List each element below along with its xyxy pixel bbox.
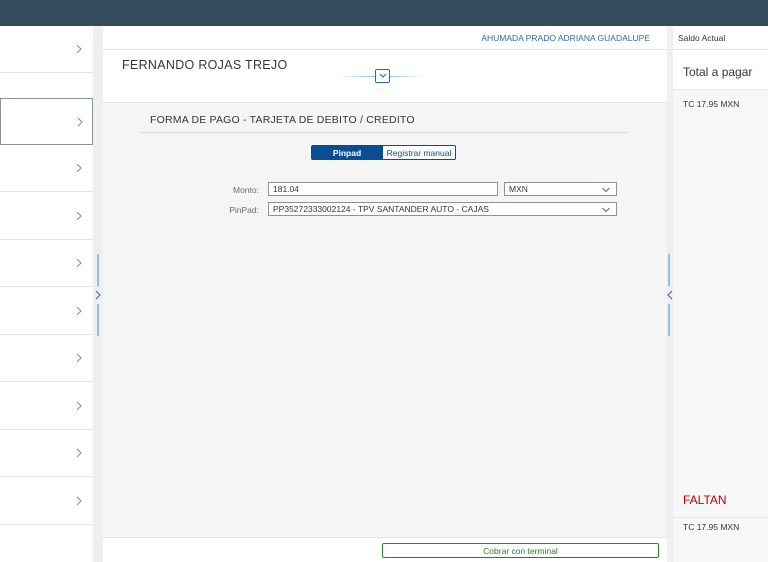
chevron-right-icon: [72, 207, 86, 225]
chevron-right-icon: [72, 444, 86, 462]
header-divider: [339, 76, 375, 77]
faltan-label: FALTAN: [683, 493, 727, 507]
left-splitter[interactable]: [93, 26, 103, 562]
list-item[interactable]: [0, 240, 93, 287]
master-list: [0, 26, 93, 562]
object-header: FERNANDO ROJAS TREJO: [103, 50, 667, 103]
exchange-rate-bottom: TC 17.95 MXN: [683, 522, 740, 532]
charge-terminal-button[interactable]: Cobrar con terminal: [382, 543, 659, 558]
pinpad-label: PinPad:: [229, 205, 259, 215]
detail-pane: AHUMADA PRADO ADRIANA GUADALUPE FERNANDO…: [103, 26, 667, 562]
currency-value: MXN: [509, 184, 528, 194]
list-item[interactable]: [0, 193, 93, 240]
splitter-grip: [668, 254, 670, 286]
list-item[interactable]: [0, 288, 93, 335]
balance-pane: Saldo Actual Total a pagar TC 17.95 MXN …: [673, 26, 768, 562]
section-title: FORMA DE PAGO - TARJETA DE DEBITO / CRED…: [150, 114, 415, 126]
section-divider: [141, 132, 627, 133]
tab-registrar-manual[interactable]: Registrar manual: [383, 145, 456, 160]
chevron-right-icon: [72, 349, 86, 367]
chevron-down-icon: [601, 205, 611, 214]
list-item[interactable]: [0, 335, 93, 382]
currency-select[interactable]: MXN: [504, 182, 617, 196]
chevron-right-icon: [72, 254, 86, 272]
tab-pinpad[interactable]: Pinpad: [311, 145, 383, 160]
chevron-right-icon: [72, 302, 86, 320]
chevron-down-icon: [379, 73, 386, 78]
list-item[interactable]: [0, 26, 93, 73]
list-item[interactable]: [0, 145, 93, 192]
shell-bar: [0, 0, 768, 26]
collapse-header-button[interactable]: [375, 69, 390, 83]
chevron-right-icon: [72, 40, 86, 58]
saldo-label: Saldo Actual: [678, 33, 726, 43]
payment-mode-toggle: Pinpad Registrar manual: [311, 145, 456, 160]
total-header: Total a pagar: [673, 50, 768, 90]
list-item[interactable]: [0, 383, 93, 430]
chevron-right-icon: [73, 113, 87, 131]
splitter-grip: [668, 304, 670, 336]
monto-input[interactable]: 181.04: [268, 182, 498, 196]
saldo-header: Saldo Actual: [673, 26, 768, 50]
chevron-right-icon: [72, 492, 86, 510]
pinpad-select[interactable]: PP35272333002124 - TPV SANTANDER AUTO - …: [268, 202, 617, 216]
user-name-link[interactable]: AHUMADA PRADO ADRIANA GUADALUPE: [481, 33, 650, 43]
list-item[interactable]: [0, 430, 93, 477]
list-item-selected[interactable]: [0, 98, 93, 145]
user-bar: AHUMADA PRADO ADRIANA GUADALUPE: [103, 26, 667, 50]
header-divider: [389, 76, 425, 77]
pinpad-value: PP35272333002124 - TPV SANTANDER AUTO - …: [273, 204, 489, 214]
faltan-divider: [673, 517, 768, 518]
exchange-rate: TC 17.95 MXN: [683, 99, 740, 109]
splitter-grip: [97, 254, 99, 286]
list-item[interactable]: [0, 478, 93, 525]
customer-name: FERNANDO ROJAS TREJO: [122, 58, 288, 72]
footer-toolbar: Cobrar con terminal: [103, 537, 667, 562]
splitter-grip: [97, 304, 99, 336]
monto-label: Monto:: [233, 185, 259, 195]
total-label: Total a pagar: [683, 65, 753, 79]
chevron-right-icon[interactable]: [93, 288, 103, 300]
chevron-right-icon: [72, 159, 86, 177]
chevron-right-icon: [72, 397, 86, 415]
chevron-down-icon: [601, 185, 611, 194]
